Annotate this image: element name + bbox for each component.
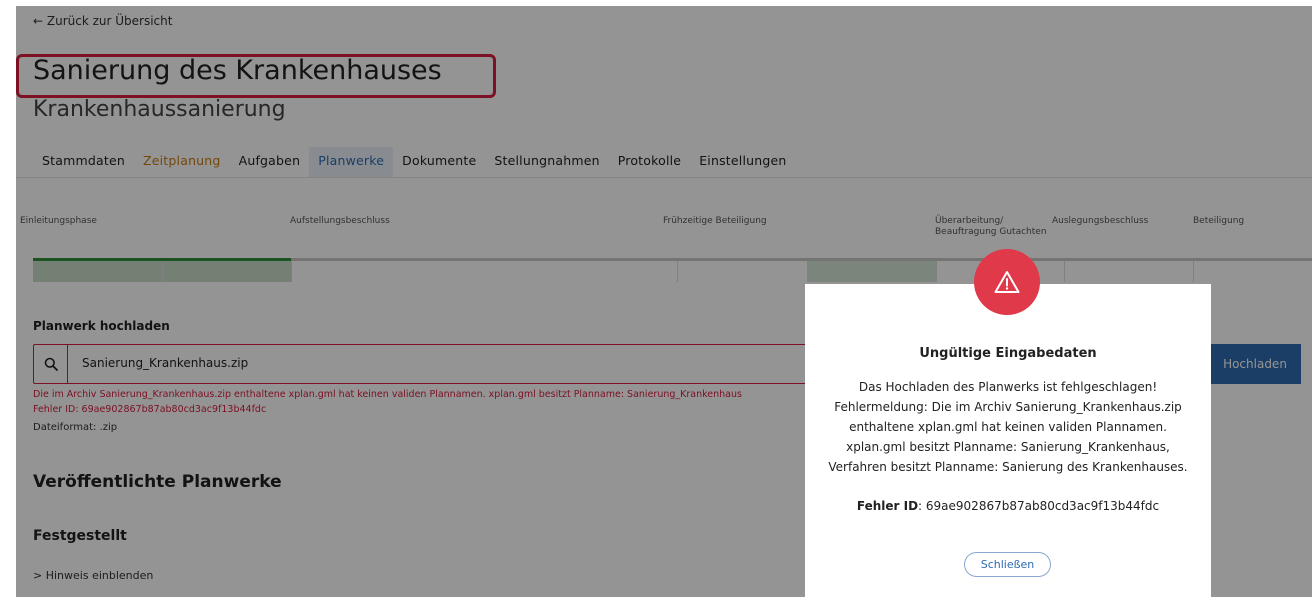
dialog-title: Ungültige Eingabedaten xyxy=(919,346,1097,361)
dialog-error-id-label: Fehler ID xyxy=(856,499,919,513)
dialog-message: Das Hochladen des Planwerks ist fehlgesc… xyxy=(828,380,1188,474)
app-frame: ← Zurück zur Übersicht Sanierung des Kra… xyxy=(16,6,1312,597)
dialog-error-id-value: : 69ae902867b87ab80cd3ac9f13b44fdc xyxy=(918,499,1160,513)
close-button[interactable]: Schließen xyxy=(964,552,1051,577)
warning-triangle-icon xyxy=(974,249,1040,315)
dialog-error-id: Fehler ID: 69ae902867b87ab80cd3ac9f13b44… xyxy=(805,499,1211,513)
